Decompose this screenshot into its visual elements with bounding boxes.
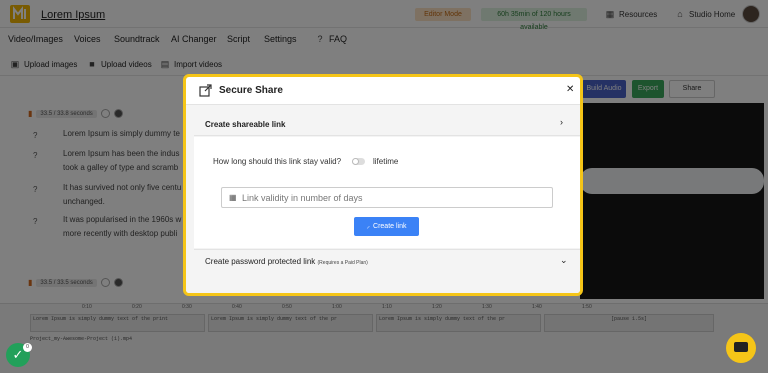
modal-title: Secure Share: [219, 85, 283, 96]
chevron-right-icon: ›: [560, 117, 563, 127]
lifetime-toggle[interactable]: [352, 158, 365, 165]
lifetime-label: lifetime: [373, 157, 399, 166]
shareable-link-panel: How long should this link stay valid? li…: [194, 137, 580, 248]
calendar-icon: ▦: [229, 193, 237, 202]
modal-header: Secure Share ✕: [186, 77, 580, 105]
create-link-button[interactable]: ⸝ Create link: [354, 217, 419, 236]
secure-share-modal: Secure Share ✕ Create shareable link › H…: [183, 74, 583, 296]
section-title: Create shareable link: [205, 120, 286, 129]
chat-widget-button[interactable]: [726, 333, 756, 363]
magic-wand-icon: ⸝: [366, 223, 371, 230]
external-link-icon: [199, 84, 212, 97]
chevron-down-icon: ⌄: [560, 255, 568, 265]
section-title: Create password protected link (Requires…: [205, 257, 368, 266]
validity-days-input[interactable]: [242, 190, 542, 205]
notification-count: 0: [23, 343, 32, 352]
shareable-link-section-header[interactable]: Create shareable link ›: [194, 112, 580, 136]
validity-days-field[interactable]: ▦: [221, 187, 553, 208]
password-link-section-header[interactable]: Create password protected link (Requires…: [194, 249, 580, 273]
paid-plan-note: (Requires a Paid Plan): [317, 260, 368, 266]
validity-question: How long should this link stay valid?: [213, 157, 342, 166]
create-link-label: Create link: [373, 223, 407, 230]
close-icon[interactable]: ✕: [566, 84, 574, 95]
modal-body: Create shareable link › How long should …: [186, 105, 580, 293]
password-link-title: Create password protected link: [205, 257, 316, 266]
